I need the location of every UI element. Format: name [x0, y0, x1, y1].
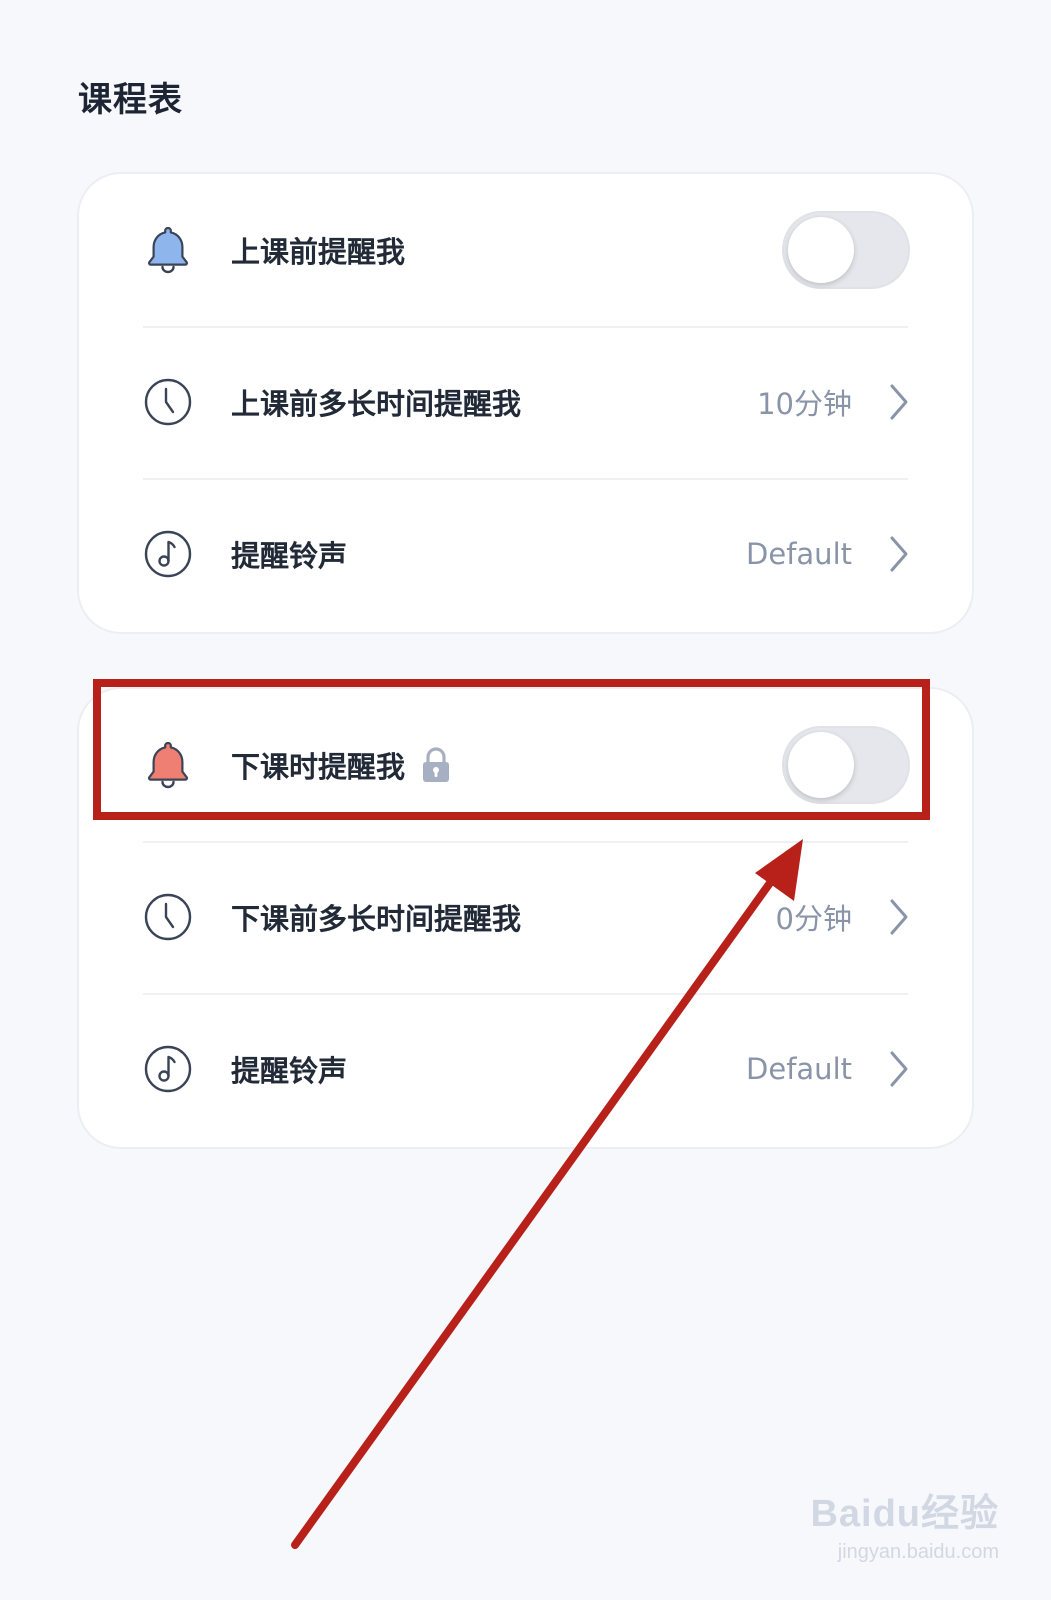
clock-icon: [144, 378, 192, 426]
before-class-remind-row: 上课前提醒我: [79, 174, 972, 326]
toggle-knob: [788, 217, 854, 283]
after-class-lead-time-row[interactable]: 下课前多长时间提醒我 0分钟: [79, 841, 972, 993]
after-class-ringtone-row[interactable]: 提醒铃声 Default: [79, 993, 972, 1145]
before-class-lead-time-value: 10分钟: [757, 387, 852, 421]
before-class-remind-toggle[interactable]: [782, 211, 910, 289]
after-class-lead-time-label: 下课前多长时间提醒我: [231, 902, 522, 936]
before-class-ringtone-label: 提醒铃声: [231, 539, 348, 573]
after-class-ringtone-value: Default: [746, 1052, 852, 1086]
page-title: 课程表: [78, 80, 183, 120]
before-class-remind-label: 上课前提醒我: [231, 235, 406, 269]
before-class-card: 上课前提醒我 上课前多长时间提醒我 10分钟 提醒铃声 Default: [77, 172, 974, 634]
chevron-right-icon: [890, 1051, 908, 1087]
before-class-ringtone-row[interactable]: 提醒铃声 Default: [79, 478, 972, 630]
after-class-lead-time-value: 0分钟: [775, 902, 852, 936]
chevron-right-icon: [890, 384, 908, 420]
music-note-icon: [144, 530, 192, 578]
chevron-right-icon: [890, 536, 908, 572]
baidu-watermark: Baidu经验 jingyan.baidu.com: [810, 1482, 999, 1564]
bell-icon: [147, 226, 189, 274]
before-class-ringtone-value: Default: [746, 537, 852, 571]
chevron-right-icon: [890, 899, 908, 935]
before-class-lead-time-label: 上课前多长时间提醒我: [231, 387, 522, 421]
before-class-lead-time-row[interactable]: 上课前多长时间提醒我 10分钟: [79, 326, 972, 478]
after-class-ringtone-label: 提醒铃声: [231, 1054, 348, 1088]
watermark-main: Baidu经验: [810, 1493, 999, 1535]
clock-icon: [144, 893, 192, 941]
watermark-sub: jingyan.baidu.com: [837, 1541, 999, 1563]
music-note-icon: [144, 1045, 192, 1093]
annotation-highlight-box: [93, 679, 930, 820]
